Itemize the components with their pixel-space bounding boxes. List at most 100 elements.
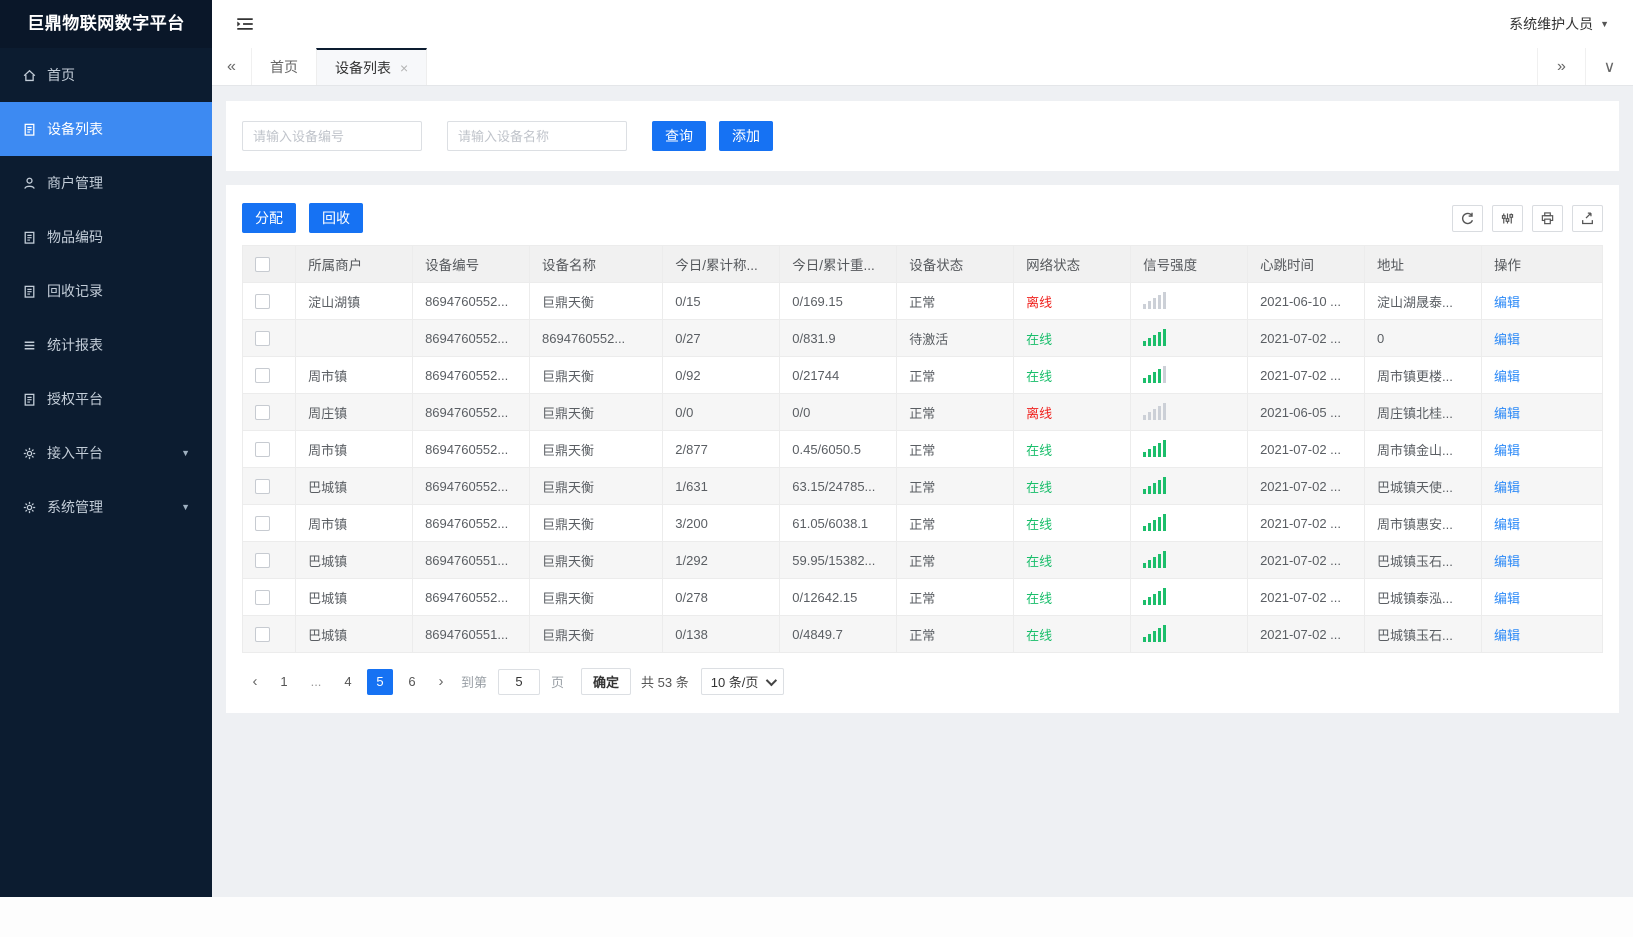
app-title: 巨鼎物联网数字平台 [0,0,212,48]
user-menu[interactable]: 系统维护人员 ▼ [1509,14,1609,34]
row-checkbox[interactable] [255,553,270,569]
row-checkbox[interactable] [255,627,270,643]
edit-link[interactable]: 编辑 [1494,295,1520,310]
column-header: 操作 [1480,245,1604,283]
select-all-checkbox[interactable] [255,256,270,272]
signal-strength-icon [1143,365,1167,383]
sidebar-item-1[interactable]: 设备列表 [0,102,212,156]
row-checkbox[interactable] [255,368,270,384]
row-checkbox[interactable] [255,516,270,532]
sidebar-toggle-icon[interactable] [234,15,256,33]
sidebar-item-8[interactable]: 系统管理 ▼ [0,480,212,534]
sidebar-item-3[interactable]: 物品编码 [0,210,212,264]
row-checkbox[interactable] [255,294,270,310]
edit-link[interactable]: 编辑 [1494,517,1520,532]
tab-home-label: 首页 [270,58,298,75]
device-no-cell: 8694760552... [412,319,531,357]
page-size-select[interactable]: 10 条/页 [700,668,785,695]
column-header: 网络状态 [1013,245,1132,283]
tabs-menu-icon[interactable]: ∨ [1585,48,1633,85]
edit-link[interactable]: 编辑 [1494,406,1520,421]
refresh-button[interactable] [1452,204,1483,232]
add-button[interactable]: 添加 [719,121,773,151]
sidebar-item-2[interactable]: 商户管理 [0,156,212,210]
page-button-1[interactable]: 1 [271,669,297,695]
device-name-cell: 8694760552... [529,319,664,357]
edit-link[interactable]: 编辑 [1494,443,1520,458]
column-header: 所属商户 [295,245,414,283]
sidebar-item-6[interactable]: 授权平台 [0,372,212,426]
device-no-cell: 8694760552... [412,282,531,320]
edit-link[interactable]: 编辑 [1494,554,1520,569]
select-caret-icon [766,674,778,686]
heartbeat-cell: 2021-07-02 ... [1247,430,1366,468]
device-status-cell: 正常 [896,356,1015,394]
refresh-icon [1460,211,1475,226]
row-checkbox[interactable] [255,442,270,458]
columns-button[interactable] [1492,204,1523,232]
merchant-cell: 周市镇 [295,430,414,468]
next-page-icon[interactable]: › [428,669,454,695]
address-cell: 淀山湖晟泰... [1364,282,1482,320]
row-checkbox[interactable] [255,479,270,495]
page-button-5[interactable]: 5 [367,668,393,695]
export-button[interactable] [1572,204,1603,232]
today-count-cell: 0/92 [662,356,781,394]
today-weight-cell: 0/169.15 [779,282,898,320]
device-status-cell: 正常 [896,467,1015,505]
sidebar-item-0[interactable]: 首页 [0,48,212,102]
tab-close-icon[interactable]: × [400,60,408,76]
edit-link[interactable]: 编辑 [1494,480,1520,495]
edit-link[interactable]: 编辑 [1494,369,1520,384]
pagination: ‹ 1... 456 › 到第 页 确定 共 53 条 10 条/页 [242,653,1603,713]
today-count-cell: 0/27 [662,319,781,357]
sidebar-item-7[interactable]: 接入平台 ▼ [0,426,212,480]
prev-page-icon[interactable]: ‹ [242,669,268,695]
print-button[interactable] [1532,204,1563,232]
sidebar-item-label: 物品编码 [47,229,103,245]
edit-link[interactable]: 编辑 [1494,332,1520,347]
sidebar-item-label: 授权平台 [47,391,103,407]
sidebar-item-label: 商户管理 [47,175,103,191]
device-name-input[interactable] [447,121,627,151]
today-weight-cell: 0/12642.15 [779,578,898,616]
device-name-cell: 巨鼎天衡 [529,615,664,653]
today-weight-cell: 63.15/24785... [779,467,898,505]
sidebar-item-4[interactable]: 回收记录 [0,264,212,318]
device-status-cell: 正常 [896,282,1015,320]
chevron-down-icon: ▼ [181,448,190,458]
device-name-cell: 巨鼎天衡 [529,504,664,542]
user-caret-icon: ▼ [1600,19,1609,29]
today-weight-cell: 0/21744 [779,356,898,394]
row-checkbox[interactable] [255,331,270,347]
today-count-cell: 0/138 [662,615,781,653]
heartbeat-cell: 2021-07-02 ... [1247,319,1366,357]
network-status-cell: 在线 [1013,356,1132,394]
total-count-label: 共 53 条 [641,675,689,690]
row-checkbox[interactable] [255,405,270,421]
edit-link[interactable]: 编辑 [1494,628,1520,643]
jump-page-input[interactable] [498,668,541,695]
tab-device-list[interactable]: 设备列表 × [316,48,428,85]
sidebar-item-5[interactable]: 统计报表 [0,318,212,372]
row-checkbox[interactable] [255,590,270,606]
item-code-icon [22,230,37,245]
edit-link[interactable]: 编辑 [1494,591,1520,606]
page-button-6[interactable]: 6 [399,669,425,695]
address-cell: 周市镇更楼... [1364,356,1482,394]
recycle-button[interactable]: 回收 [309,203,363,233]
device-status-cell: 正常 [896,578,1015,616]
tab-home[interactable]: 首页 [252,48,316,85]
query-button[interactable]: 查询 [652,121,706,151]
device-status-cell: 正常 [896,430,1015,468]
confirm-button[interactable]: 确定 [581,668,632,695]
assign-button[interactable]: 分配 [242,203,296,233]
user-name: 系统维护人员 [1509,16,1594,32]
device-name-cell: 巨鼎天衡 [529,282,664,320]
tabs-scroll-right-icon[interactable]: » [1537,48,1585,85]
page-button-4[interactable]: 4 [335,669,361,695]
tabs-scroll-left-icon[interactable]: « [212,48,252,85]
today-weight-cell: 0/4849.7 [779,615,898,653]
device-no-input[interactable] [242,121,422,151]
signal-strength-icon [1143,328,1167,346]
